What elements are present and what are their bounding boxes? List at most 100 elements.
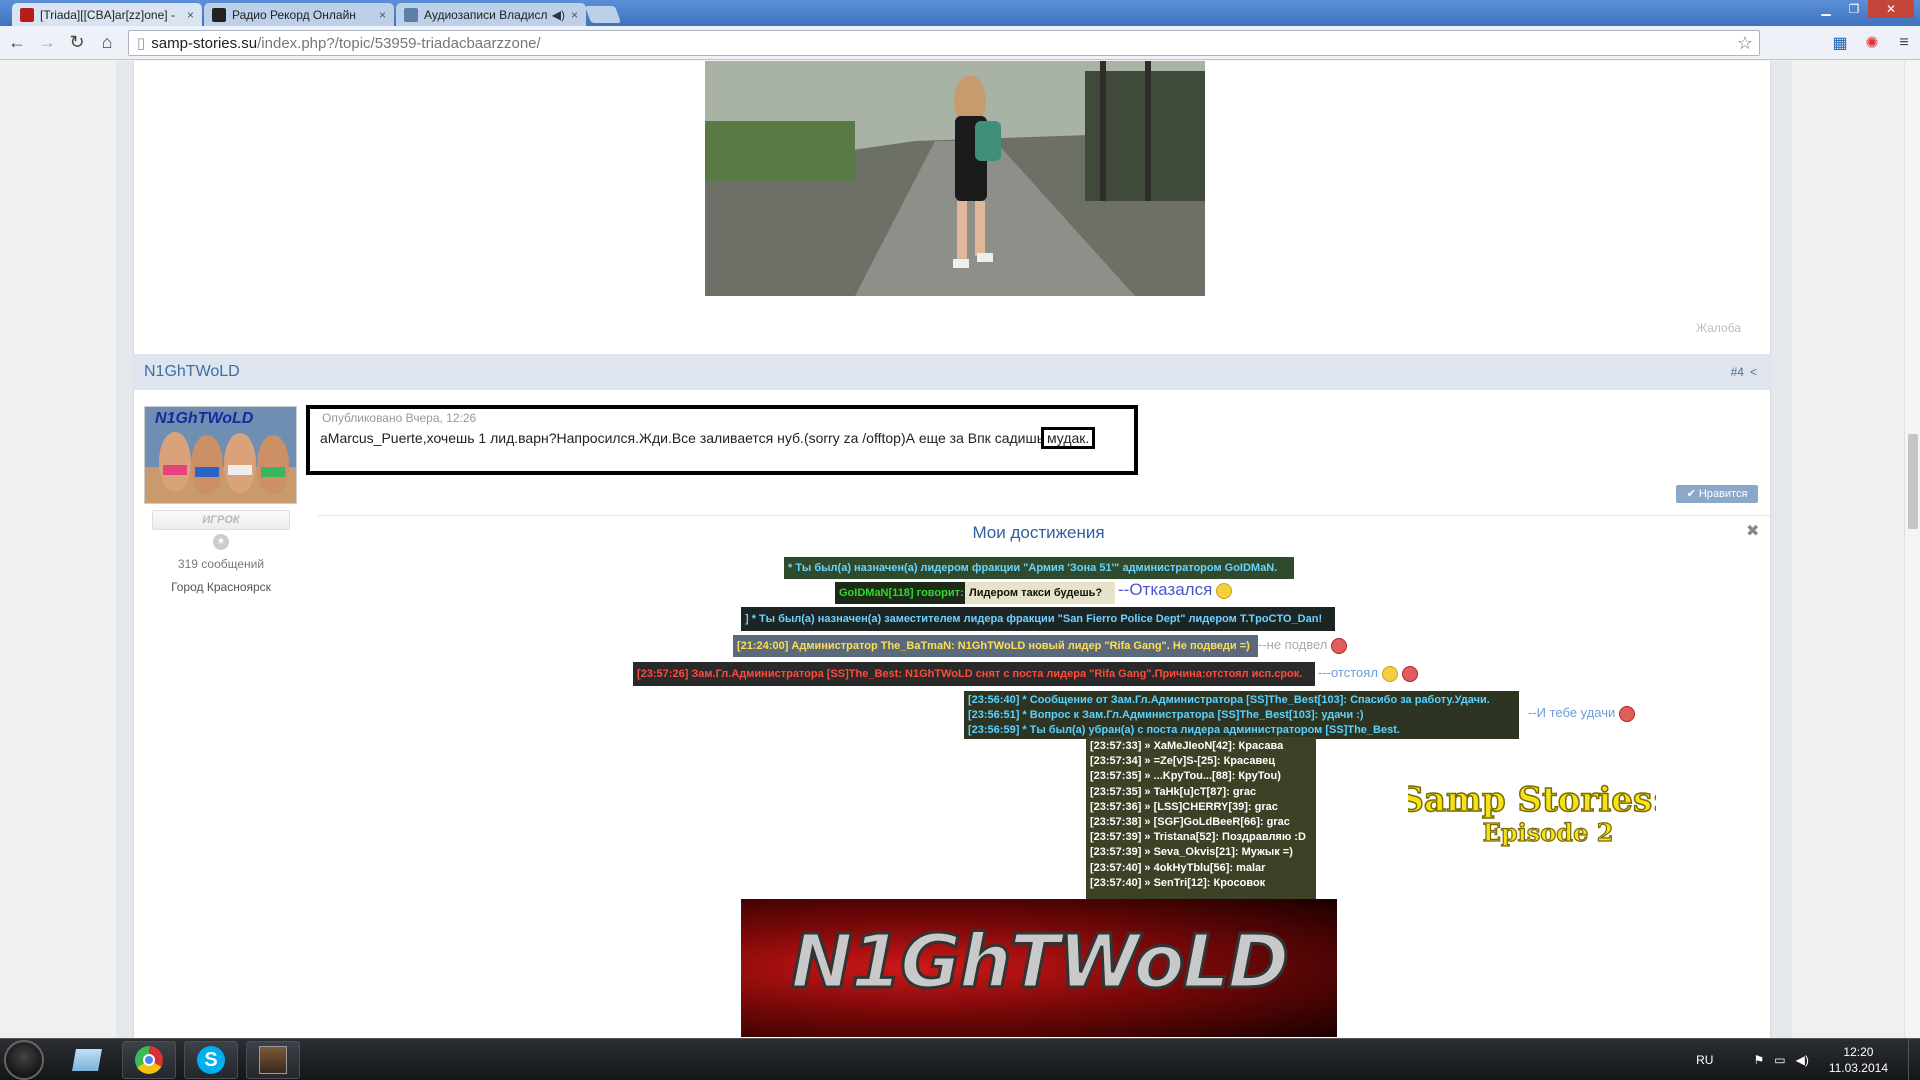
screenshot-line-rifa-leader: [21:24:00] Администратор The_BaTmaN: N1G… <box>733 635 1258 657</box>
chat-line: [23:57:38] » [SGF]GoLdBeeR[66]: grac <box>1090 816 1290 829</box>
clock[interactable]: 12:20 11.03.2014 <box>1829 1044 1888 1076</box>
menu-icon[interactable]: ≡ <box>1888 30 1920 56</box>
new-tab-button[interactable] <box>584 6 622 23</box>
skype-taskbar-button[interactable]: S <box>184 1041 238 1079</box>
comment-good-luck-text: --И тебе удачи <box>1528 705 1616 720</box>
screenshot-line-removed: [23:57:26] Зам.Гл.Администратора [SS]The… <box>633 662 1315 686</box>
avatar-image: N1GhTWoLD <box>145 407 296 503</box>
signature-divider <box>318 515 1770 516</box>
close-tab-icon[interactable]: × <box>571 8 578 22</box>
chat-line: [23:57:39] » Seva_Okvis[21]: Мужык =) <box>1090 846 1293 859</box>
close-signature-icon[interactable]: ✖ <box>1746 521 1759 541</box>
screenshot-line-goldman: GoIDMaN[118] говорит: <box>835 582 967 604</box>
post-header: N1GhTWoLD #4 < <box>133 354 1771 390</box>
samp-stories-favicon-icon <box>20 7 34 22</box>
start-button[interactable] <box>4 1040 44 1080</box>
chat-line: [23:57:40] » SenTri[12]: Кросовок <box>1090 876 1266 889</box>
love-smiley-icon <box>1331 637 1348 654</box>
network-icon[interactable]: ▭ <box>1774 1053 1785 1067</box>
avatar[interactable]: N1GhTWoLD <box>144 406 297 504</box>
comment-served-text: ---отстоял <box>1318 665 1378 680</box>
close-tab-icon[interactable]: × <box>187 8 194 22</box>
system-tray: RU ⚑ ▭ ◀) 12:20 11.03.2014 <box>1696 1039 1920 1080</box>
play-favicon-icon <box>404 7 418 22</box>
like-label: Нравится <box>1698 488 1748 500</box>
chat-line: [23:57:36] » [LSS]CHERRY[39]: grac <box>1090 800 1278 813</box>
love-smiley-icon <box>1401 665 1418 682</box>
vertical-scrollbar[interactable] <box>1904 61 1920 1038</box>
rank-star-icon: ★ <box>213 534 229 550</box>
home-icon[interactable]: ⌂ <box>94 30 120 56</box>
forward-arrow-icon[interactable]: → <box>34 30 60 56</box>
address-bar[interactable]: ▯ samp-stories.su/index.php?/topic/53959… <box>128 30 1760 56</box>
close-tab-icon[interactable]: × <box>379 8 386 22</box>
window-close-icon[interactable]: ✕ <box>1868 0 1914 18</box>
gta-sa-icon <box>259 1046 287 1074</box>
volume-icon[interactable]: ◀) <box>1796 1053 1809 1067</box>
skype-icon: S <box>197 1046 225 1074</box>
url-path: /index.php?/topic/53959-triadacbaarzzone… <box>257 34 541 52</box>
logo-graphic: Samp Stories: Episode 2 <box>1399 779 1666 847</box>
svg-text:N1GhTWoLD: N1GhTWoLD <box>155 410 254 427</box>
chat-line: [23:57:40] » 4okHyTblu[56]: malar <box>1090 861 1266 874</box>
forum-content <box>133 61 1771 1038</box>
language-indicator[interactable]: RU <box>1696 1053 1713 1067</box>
like-button[interactable]: ✔ Нравится <box>1676 485 1758 503</box>
back-arrow-icon[interactable]: ← <box>4 30 30 56</box>
post-date: Опубликовано Вчера, 12:26 <box>322 411 477 425</box>
comment-good-luck: --И тебе удачи <box>1528 705 1636 722</box>
action-center-flag-icon[interactable]: ⚑ <box>1753 1053 1764 1067</box>
tab-audio[interactable]: Аудиозаписи Владисл ◀) × <box>396 3 586 26</box>
samp-stories-logo: Samp Stories: Episode 2 <box>1399 779 1666 851</box>
post-number[interactable]: #4 < <box>1731 365 1757 379</box>
chat-line: [23:57:39] » Tristana[52]: Поздравляю :D <box>1090 831 1306 844</box>
nightwold-banner: N1GhTWoLD <box>741 899 1337 1037</box>
logo-line-2: Episode 2 <box>1483 818 1614 847</box>
folder-icon <box>72 1049 102 1071</box>
page-icon: ▯ <box>137 35 146 52</box>
tab-label: [Triada][[CBA]ar[zz]one] - <box>40 7 175 22</box>
chrome-taskbar-button[interactable] <box>122 1041 176 1079</box>
share-icon[interactable]: < <box>1750 365 1757 379</box>
radio-record-favicon-icon <box>212 7 226 22</box>
tab-label: Аудиозаписи Владисл <box>424 7 548 22</box>
reload-icon[interactable]: ↻ <box>64 30 90 56</box>
extension-icon[interactable]: ✺ <box>1856 30 1888 56</box>
post-message-highlight: мудак. <box>1041 427 1096 449</box>
tab-triada[interactable]: [Triada][[CBA]ar[zz]one] - × <box>12 3 202 26</box>
apps-grid-icon[interactable]: ▦ <box>1824 30 1856 56</box>
farewell-line-1: [23:56:40] * Сообщение от Зам.Гл.Админис… <box>968 694 1490 706</box>
user-rank: ИГРОК <box>152 510 290 530</box>
window-controls: ▁ ❐ ✕ <box>1812 0 1914 18</box>
browser-toolbar: ← → ↻ ⌂ ▯ samp-stories.su/index.php?/top… <box>0 26 1920 60</box>
speaker-icon: ◀) <box>551 7 565 22</box>
love-smiley-icon <box>1619 705 1636 722</box>
screenshot-line-army: * Ты был(а) назначен(а) лидером фракции … <box>784 557 1294 579</box>
restore-icon[interactable]: ❐ <box>1840 0 1868 18</box>
scrollbar-thumb[interactable] <box>1908 434 1918 529</box>
url-host: samp-stories.su <box>151 34 258 52</box>
minimize-icon[interactable]: ▁ <box>1812 0 1840 18</box>
game-taskbar-button[interactable] <box>246 1041 300 1079</box>
explorer-taskbar-button[interactable] <box>60 1041 114 1079</box>
tab-radio-record[interactable]: Радио Рекорд Онлайн × <box>204 3 394 26</box>
banner-text: N1GhTWoLD <box>789 918 1290 1007</box>
report-link[interactable]: Жалоба <box>1696 321 1741 335</box>
chat-line: [23:57:33] » XaMeJIeoN[42]: Красава <box>1090 740 1284 752</box>
farewell-line-3: [23:56:59] * Ты был(а) убран(а) с поста … <box>968 724 1400 736</box>
comment-not-fail: --не подвел <box>1258 637 1348 654</box>
bookmark-star-icon[interactable]: ☆ <box>1737 33 1753 54</box>
post-author-link[interactable]: N1GhTWoLD <box>144 363 240 381</box>
comment-served: ---отстоял <box>1318 665 1418 682</box>
toolbar-extensions: ▦ ✺ ≡ <box>1824 30 1920 56</box>
post-message-box: Опубликовано Вчера, 12:26 aMarcus_Puerte… <box>306 405 1138 475</box>
embedded-photo <box>705 61 1205 296</box>
sad-smiley-icon <box>1216 582 1233 599</box>
windows-taskbar: S RU ⚑ ▭ ◀) 12:20 11.03.2014 <box>0 1038 1920 1080</box>
clock-time: 12:20 <box>1843 1045 1874 1059</box>
logo-line-1: Samp Stories: <box>1408 781 1656 820</box>
chat-line: [23:57:35] » ...KpyTou...[88]: КруТоu) <box>1090 770 1281 783</box>
post-count: 319 сообщений <box>177 557 265 571</box>
show-desktop-button[interactable] <box>1908 1039 1920 1080</box>
screenshot-chat-log: [23:57:33] » XaMeJIeoN[42]: Красава [23:… <box>1086 737 1316 899</box>
